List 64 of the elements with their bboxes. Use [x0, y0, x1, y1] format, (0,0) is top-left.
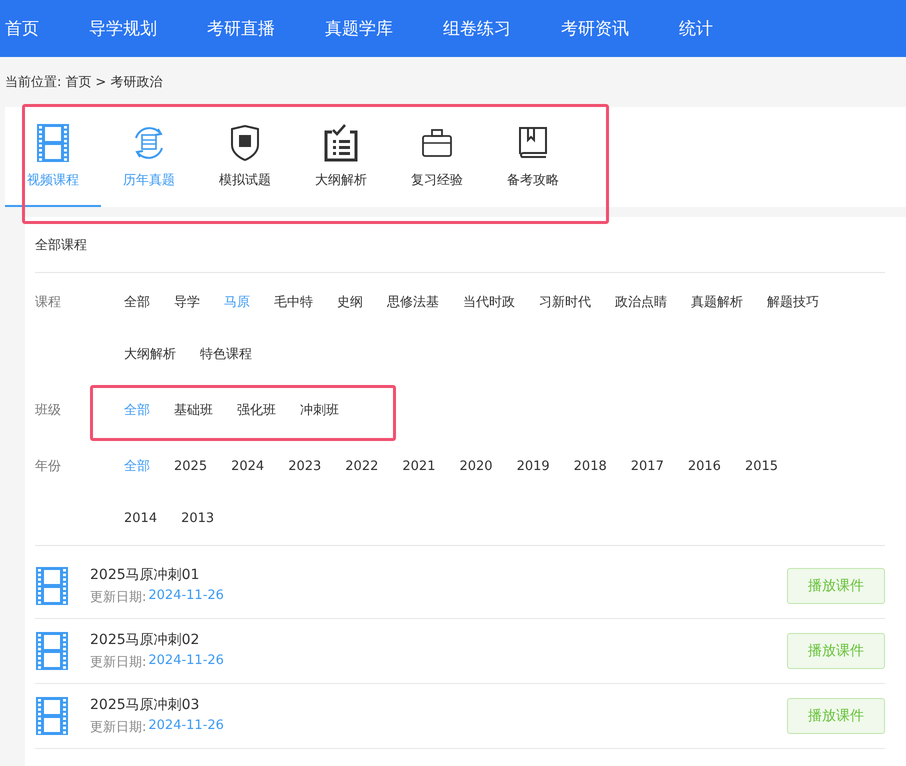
filter-option[interactable]: 导学 — [174, 277, 200, 329]
filter-option[interactable]: 冲刺班 — [300, 385, 339, 437]
filter-option[interactable]: 大纲解析 — [124, 329, 176, 381]
filter-option[interactable]: 2024 — [231, 441, 264, 493]
film-icon — [35, 631, 69, 671]
course-title[interactable]: 2025马原冲刺02 — [90, 631, 787, 649]
date-label: 更新日期: — [90, 719, 146, 736]
category-tab[interactable]: 大纲解析 — [293, 107, 389, 207]
filter-option[interactable]: 2016 — [688, 441, 721, 493]
nav-link[interactable]: 组卷练习 — [443, 17, 511, 40]
filter-option[interactable]: 思修法基 — [387, 277, 439, 329]
filter-option[interactable]: 真题解析 — [691, 277, 743, 329]
filter-option[interactable]: 2023 — [288, 441, 322, 493]
filter-option[interactable]: 2017 — [630, 441, 664, 493]
film-icon — [36, 123, 70, 163]
nav-link[interactable]: 导学规划 — [89, 17, 157, 40]
filter-option[interactable]: 2014 — [124, 493, 158, 545]
filter-option[interactable]: 政治点睛 — [615, 277, 667, 329]
breadcrumb-link[interactable]: 考研政治 — [110, 73, 162, 91]
filter-option[interactable]: 2013 — [181, 493, 214, 545]
nav-link[interactable]: 考研直播 — [207, 17, 275, 40]
section-title: 全部课程 — [35, 236, 87, 254]
filter-option[interactable]: 2021 — [402, 441, 436, 493]
film-icon — [35, 696, 69, 736]
nav-link[interactable]: 首页 — [5, 17, 39, 40]
filter-option[interactable]: 2018 — [574, 441, 607, 493]
checklist-icon — [324, 124, 358, 162]
filter-label: 班级 — [35, 402, 62, 420]
briefcase-icon — [421, 128, 453, 158]
filter-option[interactable]: 基础班 — [174, 385, 213, 437]
update-date: 2024-11-26 — [148, 588, 224, 605]
filter-option[interactable]: 2025 — [174, 441, 208, 493]
filter-option[interactable]: 解题技巧 — [767, 277, 819, 329]
nav-link[interactable]: 考研资讯 — [561, 17, 629, 40]
book-icon — [517, 126, 549, 160]
date-label: 更新日期: — [90, 589, 146, 606]
filter-option[interactable]: 习新时代 — [539, 277, 591, 329]
nav-link[interactable]: 真题学库 — [325, 17, 393, 40]
filter-label: 年份 — [35, 458, 62, 476]
category-tab[interactable]: 模拟试题 — [197, 107, 293, 207]
filter-option[interactable]: 史纲 — [337, 277, 363, 329]
date-label: 更新日期: — [90, 654, 146, 671]
update-date: 2024-11-26 — [148, 718, 224, 735]
breadcrumb-link[interactable]: 首页 — [65, 73, 92, 91]
category-tab[interactable]: 复习经验 — [389, 107, 485, 207]
filter-option[interactable]: 2022 — [345, 441, 378, 493]
course-title[interactable]: 2025马原冲刺03 — [90, 696, 787, 714]
filter-option[interactable]: 2015 — [744, 441, 778, 493]
shield-icon — [230, 125, 260, 161]
filter-label: 课程 — [35, 294, 62, 312]
update-date: 2024-11-26 — [148, 653, 224, 670]
nav-link[interactable]: 统计 — [679, 17, 713, 40]
course-title[interactable]: 2025马原冲刺01 — [90, 566, 787, 584]
filter-option[interactable]: 2020 — [459, 441, 493, 493]
filter-option[interactable]: 特色课程 — [200, 329, 252, 381]
breadcrumb-label: 当前位置: — [5, 74, 62, 91]
filter-option[interactable]: 当代时政 — [463, 277, 515, 329]
filter-option[interactable]: 强化班 — [237, 385, 276, 437]
film-icon — [35, 566, 69, 606]
filter-option[interactable]: 全部 — [124, 277, 150, 329]
filter-option[interactable]: 2019 — [516, 441, 550, 493]
category-tab[interactable]: 备考攻略 — [485, 107, 581, 207]
breadcrumb-separator: > — [95, 74, 106, 90]
filter-option[interactable]: 毛中特 — [274, 277, 313, 329]
